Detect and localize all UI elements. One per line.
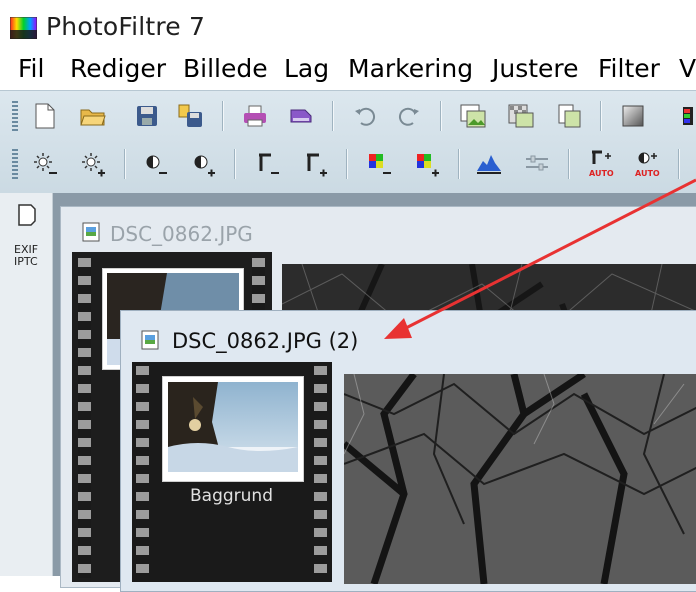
document-icon[interactable] — [552, 99, 586, 133]
print-icon[interactable] — [238, 99, 272, 133]
gray-square-icon[interactable] — [616, 99, 650, 133]
toolbar-row-adjust: AUTO AUTO — [6, 141, 696, 187]
image-file-icon — [141, 330, 159, 350]
iptc-label: IPTC — [14, 255, 38, 268]
exif-iptc-label[interactable]: EXIF IPTC — [14, 244, 44, 268]
exif-document-icon[interactable] — [18, 204, 36, 226]
contrast-plus-icon[interactable] — [186, 147, 220, 181]
image-copy-icon[interactable] — [456, 99, 490, 133]
filmstrip-holes — [136, 366, 149, 578]
saturation-minus-icon[interactable] — [362, 147, 396, 181]
save-icon[interactable] — [130, 99, 164, 133]
open-folder-icon[interactable] — [76, 99, 110, 133]
gamma-minus-icon[interactable] — [250, 147, 284, 181]
gamma-plus-icon[interactable] — [298, 147, 332, 181]
brightness-plus-icon[interactable] — [76, 147, 110, 181]
save-as-icon[interactable] — [174, 99, 208, 133]
new-document-icon[interactable] — [28, 99, 62, 133]
toolbar-separator — [678, 149, 679, 179]
toolbar-separator — [568, 149, 569, 179]
auto-contrast-icon[interactable]: AUTO — [630, 147, 664, 181]
toolbar-grip[interactable] — [12, 101, 18, 131]
toolbar-separator — [332, 101, 333, 131]
filmstrip-holes — [78, 258, 91, 578]
toolbar-separator — [600, 101, 601, 131]
levels-icon[interactable] — [520, 147, 554, 181]
saturation-plus-icon[interactable] — [410, 147, 444, 181]
tree-photo — [344, 374, 696, 584]
color-icon[interactable] — [666, 99, 696, 133]
menu-view[interactable]: V — [679, 54, 696, 83]
document-title: DSC_0862.JPG — [110, 222, 253, 246]
toolbar-separator — [234, 149, 235, 179]
layer-thumbnail[interactable] — [162, 376, 304, 482]
filmstrip-holes — [314, 366, 327, 578]
histogram-icon[interactable] — [472, 147, 506, 181]
toolbar-separator — [346, 149, 347, 179]
menu-filter[interactable]: Filter — [598, 54, 660, 83]
menu-adjust[interactable]: Justere — [492, 54, 579, 83]
toolbar-separator — [222, 101, 223, 131]
image-canvas[interactable] — [344, 374, 696, 584]
toolbar-separator — [440, 101, 441, 131]
paste-icon[interactable] — [504, 99, 538, 133]
toolbar-separator — [458, 149, 459, 179]
auto-gamma-icon[interactable]: AUTO — [584, 147, 618, 181]
menu-file[interactable]: Fil — [18, 54, 44, 83]
toolbar-grip[interactable] — [12, 149, 18, 179]
photofiltre-app-icon — [10, 17, 37, 39]
menu-selection[interactable]: Markering — [348, 54, 473, 83]
document-title-copy: DSC_0862.JPG (2) — [172, 329, 359, 353]
layer-name: Baggrund — [190, 486, 273, 506]
title-bar: PhotoFiltre 7 — [0, 0, 696, 46]
menu-layer[interactable]: Lag — [284, 54, 329, 83]
contrast-minus-icon[interactable] — [138, 147, 172, 181]
menu-edit[interactable]: Rediger — [70, 54, 166, 83]
brightness-minus-icon[interactable] — [28, 147, 62, 181]
toolbar-separator — [124, 149, 125, 179]
layer-thumbnail-image — [168, 382, 298, 472]
menu-image[interactable]: Billede — [183, 54, 268, 83]
redo-icon[interactable] — [392, 99, 426, 133]
window-title: PhotoFiltre 7 — [46, 12, 206, 41]
undo-icon[interactable] — [348, 99, 382, 133]
scanner-icon[interactable] — [284, 99, 318, 133]
auto-label: AUTO — [589, 169, 614, 178]
auto-label: AUTO — [635, 169, 660, 178]
toolbar-row-main — [6, 93, 696, 139]
image-file-icon — [82, 222, 100, 242]
